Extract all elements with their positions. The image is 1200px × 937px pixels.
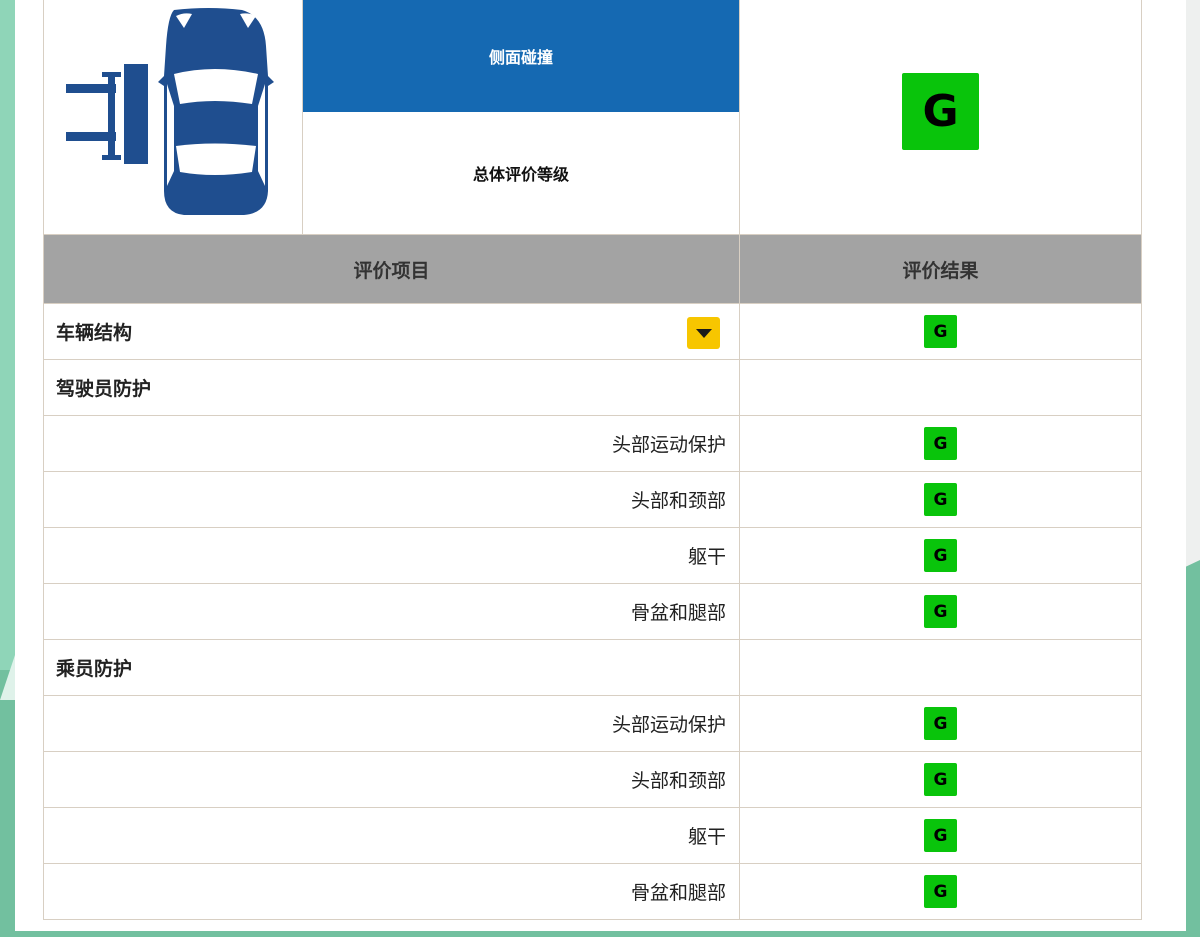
row-result-cell: G (740, 528, 1141, 583)
row-result-cell (740, 640, 1141, 695)
table-row: 躯干 G (44, 528, 1141, 584)
row-label-cell: 车辆结构 (44, 304, 740, 359)
row-label: 车辆结构 (56, 322, 133, 344)
row-result-cell: G (740, 696, 1141, 751)
row-result-cell: G (740, 472, 1141, 527)
car-illustration-cell (44, 0, 303, 234)
table-row: 头部和颈部 G (44, 752, 1141, 808)
row-label: 乘员防护 (56, 658, 133, 680)
car-side-impact-icon (66, 8, 274, 215)
row-label: 头部运动保护 (611, 434, 726, 456)
table-row: 车辆结构 G (44, 304, 1141, 360)
table-row: 骨盆和腿部 G (44, 584, 1141, 640)
test-info-cell: 侧面碰撞 总体评价等级 (303, 0, 740, 234)
row-label: 驾驶员防护 (56, 378, 152, 400)
row-label: 骨盆和腿部 (630, 602, 726, 624)
row-label-cell: 骨盆和腿部 (44, 864, 740, 919)
row-label-cell: 驾驶员防护 (44, 360, 740, 415)
row-result-cell: G (740, 808, 1141, 863)
row-result-cell: G (740, 416, 1141, 471)
row-label-cell: 头部和颈部 (44, 472, 740, 527)
overall-rating-badge: G (902, 72, 979, 150)
chevron-down-icon (695, 328, 712, 338)
side-impact-rating-table: 侧面碰撞 总体评价等级 G 评价项目 评价结果 车辆结构 G 驾驶员防护 头部运… (43, 0, 1142, 920)
rating-badge: G (924, 315, 957, 348)
table-row: 躯干 G (44, 808, 1141, 864)
table-row: 驾驶员防护 (44, 360, 1141, 416)
table-row: 头部和颈部 G (44, 472, 1141, 528)
row-label: 骨盆和腿部 (630, 882, 726, 904)
rating-badge: G (924, 763, 957, 796)
row-result-cell (740, 360, 1141, 415)
table-row: 骨盆和腿部 G (44, 864, 1141, 920)
rating-badge: G (924, 707, 957, 740)
rating-badge: G (924, 539, 957, 572)
row-label-cell: 骨盆和腿部 (44, 584, 740, 639)
row-result-cell: G (740, 304, 1141, 359)
row-label-cell: 头部和颈部 (44, 752, 740, 807)
row-label-cell: 头部运动保护 (44, 416, 740, 471)
expand-dropdown-button[interactable] (687, 317, 720, 349)
table-row: 头部运动保护 G (44, 416, 1141, 472)
column-header-item: 评价项目 (44, 235, 740, 303)
row-label-cell: 头部运动保护 (44, 696, 740, 751)
rating-badge: G (924, 875, 957, 908)
table-row: 头部运动保护 G (44, 696, 1141, 752)
rating-badge: G (924, 819, 957, 852)
test-name: 侧面碰撞 (303, 0, 739, 112)
row-label: 头部和颈部 (630, 490, 726, 512)
row-result-cell: G (740, 584, 1141, 639)
row-label: 头部和颈部 (630, 770, 726, 792)
overall-rating-label: 总体评价等级 (472, 165, 569, 184)
row-label: 躯干 (687, 546, 726, 568)
overall-rating-cell: G (740, 0, 1141, 234)
rating-badge: G (924, 427, 957, 460)
row-label-cell: 躯干 (44, 528, 740, 583)
table-row: 乘员防护 (44, 640, 1141, 696)
row-label: 躯干 (687, 826, 726, 848)
row-result-cell: G (740, 864, 1141, 919)
row-label-cell: 乘员防护 (44, 640, 740, 695)
rating-badge: G (924, 595, 957, 628)
row-label: 头部运动保护 (611, 714, 726, 736)
test-summary: 侧面碰撞 总体评价等级 G (44, 0, 1141, 235)
row-label-cell: 躯干 (44, 808, 740, 863)
column-header-result: 评价结果 (902, 259, 979, 282)
rating-badge: G (924, 483, 957, 516)
table-header: 评价项目 评价结果 (44, 235, 1141, 304)
row-result-cell: G (740, 752, 1141, 807)
